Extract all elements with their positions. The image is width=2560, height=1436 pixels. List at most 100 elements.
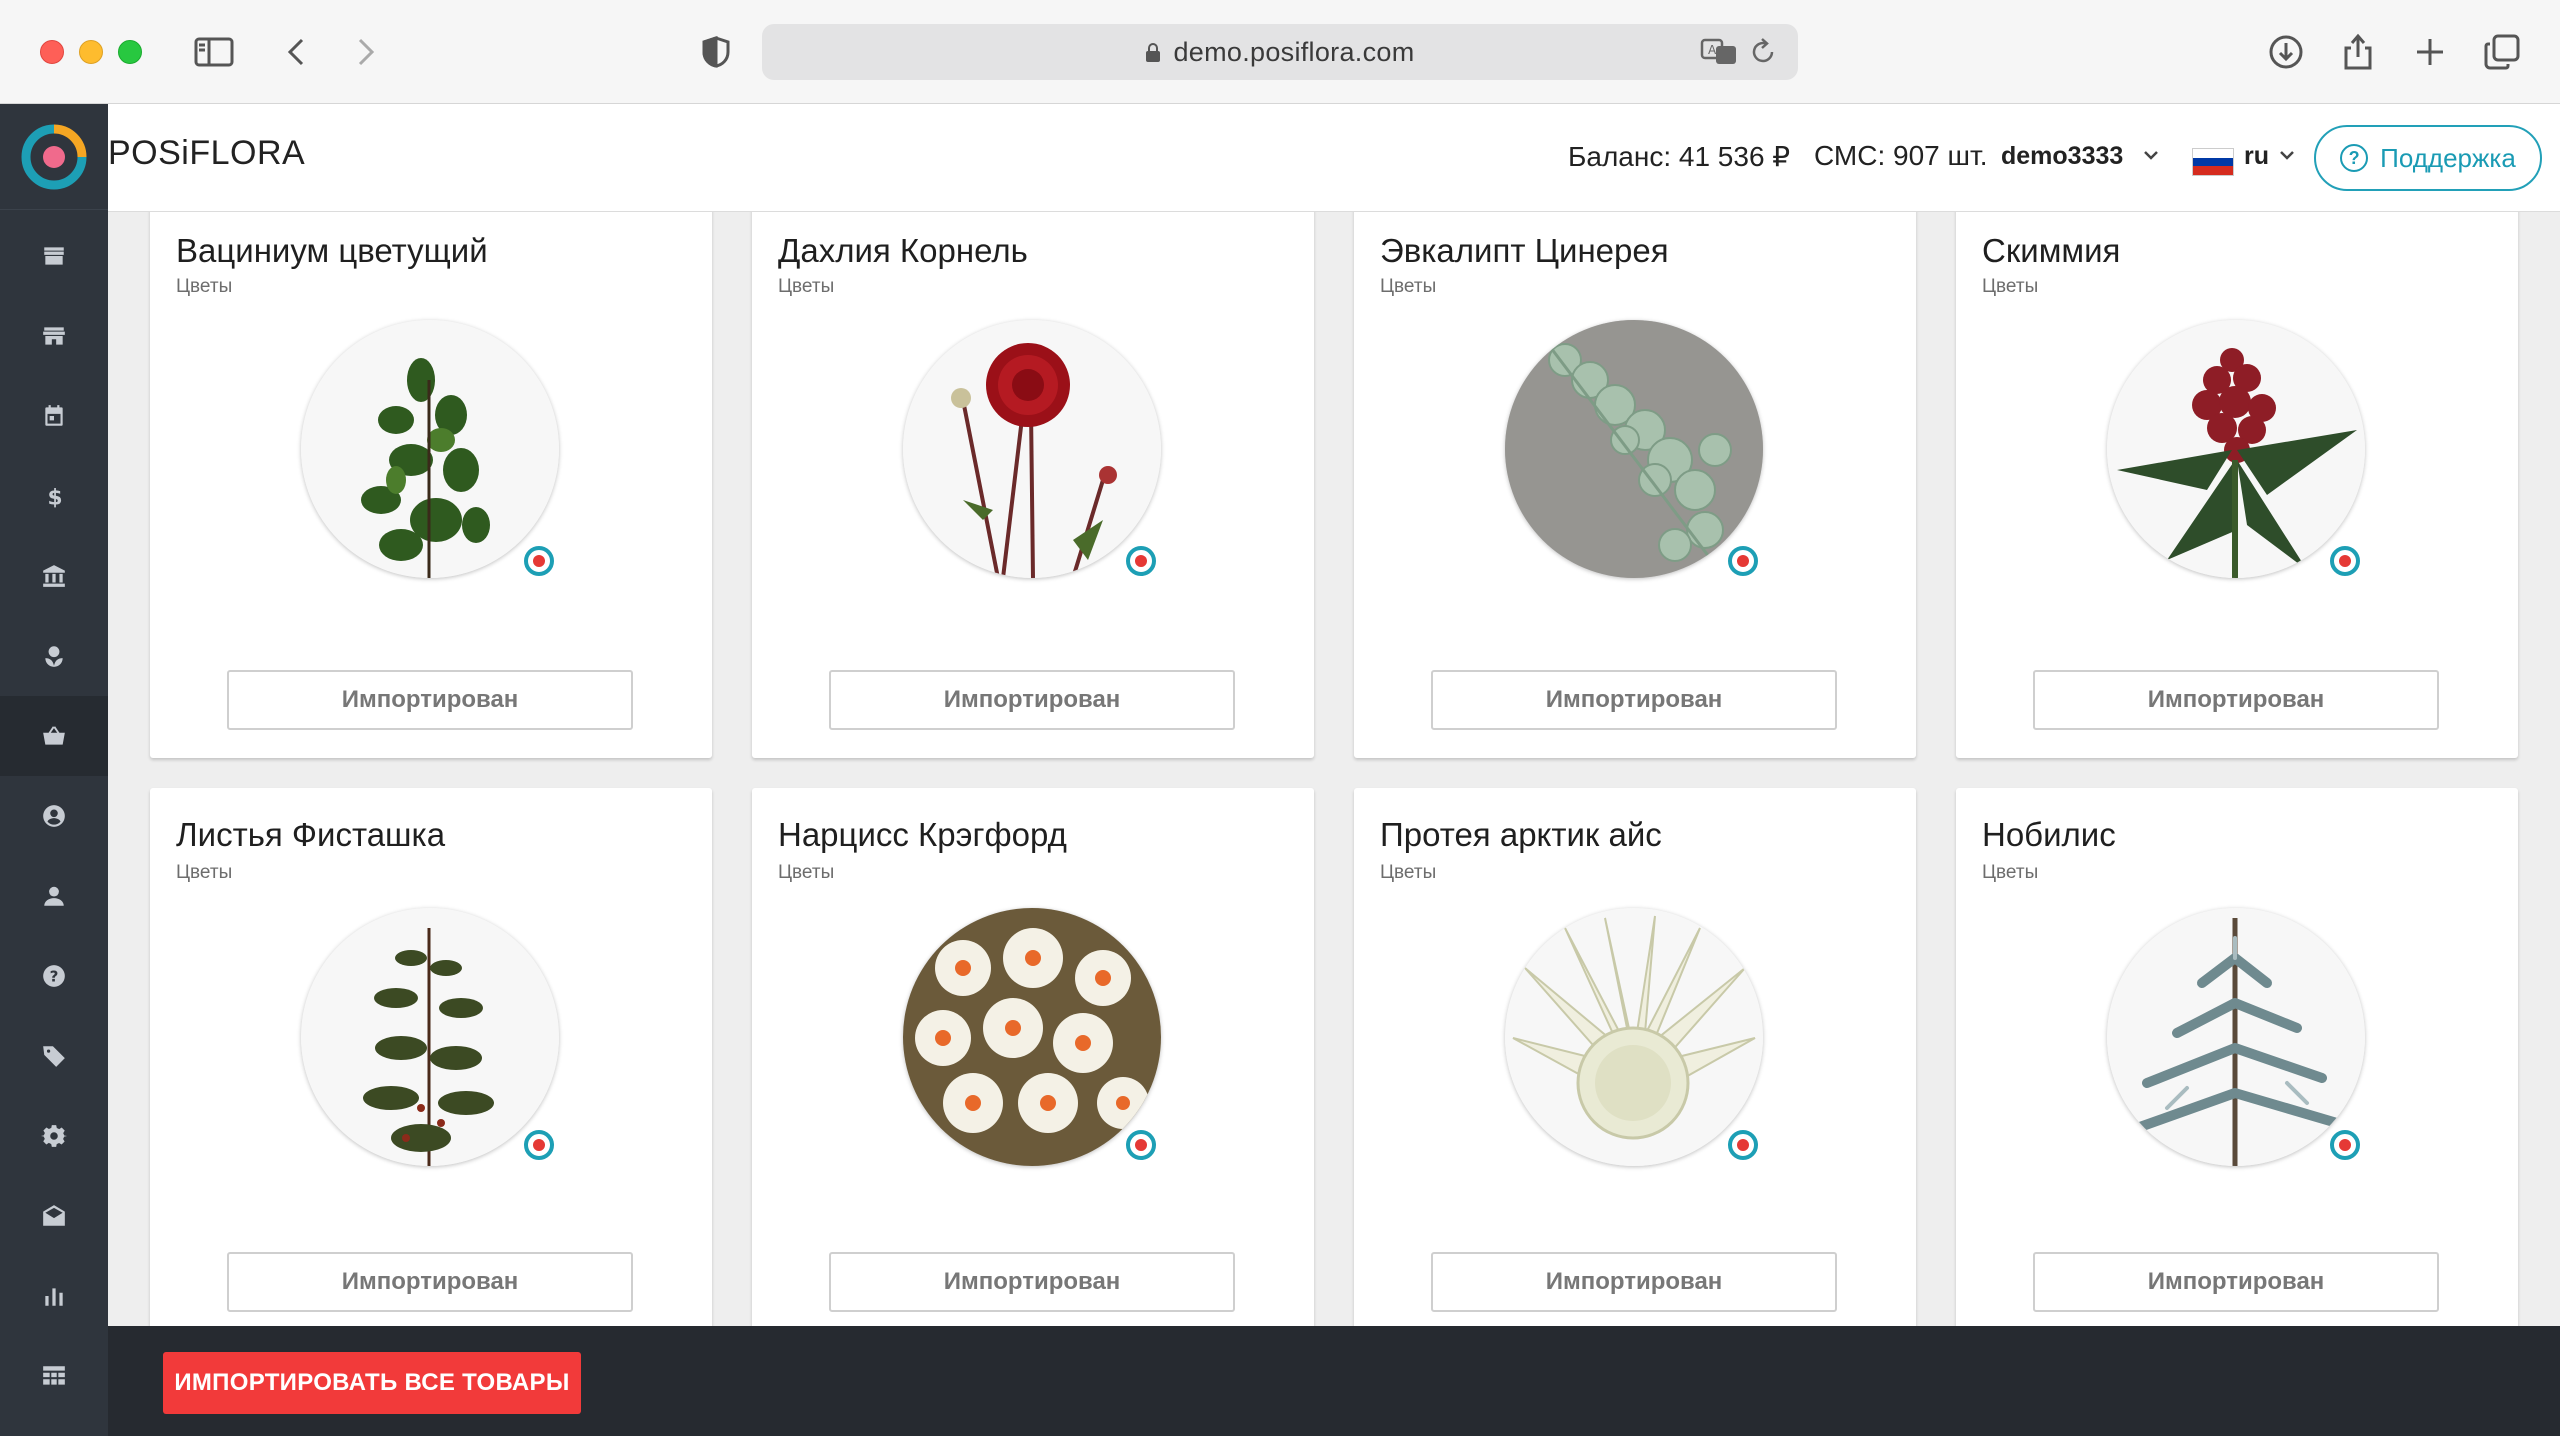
downloads-icon[interactable]: [2264, 30, 2308, 74]
translate-icon[interactable]: A: [1700, 36, 1738, 73]
product-image: [301, 908, 559, 1166]
app-sidebar: $ ?: [0, 104, 108, 1436]
support-label: Поддержка: [2380, 142, 2516, 173]
imported-button[interactable]: Импортирован: [2033, 670, 2439, 730]
sidebar-item-help[interactable]: ?: [0, 936, 108, 1016]
basket-icon: [43, 726, 65, 745]
sidebar-toggle-icon[interactable]: [192, 30, 236, 74]
sidebar-item-plants[interactable]: [0, 616, 108, 696]
product-name: Скиммия: [1982, 232, 2121, 269]
help-icon: ?: [2340, 144, 2369, 172]
product-name: Дахлия Корнель: [778, 232, 1028, 269]
product-category: Цветы: [778, 276, 835, 297]
product-category: Цветы: [1380, 862, 1437, 883]
posiflora-logo[interactable]: [0, 104, 108, 210]
bottom-action-bar: ИМПОРТИРОВАТЬ ВСЕ ТОВАРЫ: [108, 1326, 2560, 1436]
product-card[interactable]: Нарцисс Крэгфорд Цветы Импортирован: [752, 788, 1314, 1326]
sidebar-item-calendar[interactable]: [0, 376, 108, 456]
sidebar-item-bank[interactable]: [0, 536, 108, 616]
imported-button[interactable]: Импортирован: [829, 670, 1235, 730]
support-button[interactable]: ? Поддержка: [2314, 125, 2542, 191]
lock-icon: [1146, 43, 1161, 62]
brand-name: POSiFLORA: [108, 134, 306, 172]
balance-label: Баланс: 41 536 ₽: [1568, 141, 1791, 172]
imported-button[interactable]: Импортирован: [1431, 670, 1837, 730]
app-header: POSiFLORA Баланс: 41 536 ₽ СМС: 907 шт. …: [108, 104, 2560, 212]
product-category: Цветы: [176, 276, 233, 297]
mail-open-icon: [43, 1205, 65, 1226]
product-card[interactable]: Эвкалипт Цинерея Цветы Импортирован: [1354, 212, 1916, 758]
user-menu[interactable]: demo3333: [2001, 142, 2123, 171]
dollar-icon: $: [48, 486, 63, 509]
product-category: Цветы: [1982, 862, 2039, 883]
chevron-down-icon[interactable]: [2142, 148, 2160, 162]
back-icon[interactable]: [274, 30, 318, 74]
product-category: Цветы: [778, 862, 835, 883]
svg-text:?: ?: [50, 967, 59, 985]
calendar-icon: [45, 405, 63, 426]
product-grid: Вациниум цветущий Цветы Импортирован Дах…: [108, 212, 2560, 1326]
product-card[interactable]: Скиммия Цветы Импортирован: [1956, 212, 2518, 758]
address-bar[interactable]: demo.posiflora.com A: [762, 24, 1798, 80]
product-image: [2107, 908, 2365, 1166]
imported-badge-icon: [1126, 546, 1156, 576]
person-icon: [44, 886, 64, 906]
product-name: Вациниум цветущий: [176, 232, 488, 269]
product-card[interactable]: Протея арктик айс Цветы Импортирован: [1354, 788, 1916, 1326]
product-category: Цветы: [1982, 276, 2039, 297]
sidebar-item-products[interactable]: [0, 696, 108, 776]
forward-icon[interactable]: [344, 30, 388, 74]
imported-button[interactable]: Импортирован: [2033, 1252, 2439, 1312]
product-card[interactable]: Нобилис Цветы Импортирован: [1956, 788, 2518, 1326]
sidebar-item-staff[interactable]: [0, 856, 108, 936]
imported-button[interactable]: Импортирован: [829, 1252, 1235, 1312]
bank-icon: [43, 565, 65, 587]
imported-badge-icon: [1728, 1130, 1758, 1160]
privacy-shield-icon[interactable]: [694, 30, 738, 74]
svg-text:$: $: [48, 486, 63, 509]
imported-button[interactable]: Импортирован: [1431, 1252, 1837, 1312]
imported-badge-icon: [524, 546, 554, 576]
product-name: Листья Фисташка: [176, 816, 446, 853]
sidebar-item-settings[interactable]: [0, 1096, 108, 1176]
language-selector[interactable]: ru: [2244, 142, 2269, 171]
product-card[interactable]: Дахлия Корнель Цветы Импортирован: [752, 212, 1314, 758]
window-maximize-button[interactable]: [118, 40, 142, 64]
product-card[interactable]: Листья Фисташка Цветы Импортирован: [150, 788, 712, 1326]
tag-icon: [43, 1046, 65, 1067]
svg-text:A: A: [1708, 43, 1717, 57]
product-card[interactable]: Вациниум цветущий Цветы Импортирован: [150, 212, 712, 758]
sidebar-item-mail[interactable]: [0, 1176, 108, 1256]
store-alt-icon: [43, 327, 65, 345]
table-icon: [43, 1366, 65, 1385]
sidebar-item-store-alt[interactable]: [0, 296, 108, 376]
import-all-button[interactable]: ИМПОРТИРОВАТЬ ВСЕ ТОВАРЫ: [163, 1352, 581, 1414]
new-tab-icon[interactable]: [2408, 30, 2452, 74]
imported-button[interactable]: Импортирован: [227, 670, 633, 730]
sidebar-item-money[interactable]: $: [0, 456, 108, 536]
sidebar-item-clients[interactable]: [0, 776, 108, 856]
window-minimize-button[interactable]: [79, 40, 103, 64]
imported-button[interactable]: Импортирован: [227, 1252, 633, 1312]
imported-badge-icon: [1126, 1130, 1156, 1160]
window-close-button[interactable]: [40, 40, 64, 64]
product-image: [301, 320, 559, 578]
sidebar-item-store[interactable]: [0, 216, 108, 296]
product-image: [903, 320, 1161, 578]
sidebar-item-reports[interactable]: [0, 1256, 108, 1336]
tab-overview-icon[interactable]: [2480, 30, 2524, 74]
product-name: Нарцисс Крэгфорд: [778, 816, 1067, 853]
share-icon[interactable]: [2336, 30, 2380, 74]
product-category: Цветы: [176, 862, 233, 883]
reload-icon[interactable]: [1748, 36, 1778, 73]
sidebar-item-tags[interactable]: [0, 1016, 108, 1096]
sidebar-item-table[interactable]: [0, 1336, 108, 1416]
imported-badge-icon: [2330, 1130, 2360, 1160]
imported-badge-icon: [524, 1130, 554, 1160]
product-name: Эвкалипт Цинерея: [1380, 232, 1669, 269]
account-circle-icon: [43, 805, 65, 827]
chevron-down-icon[interactable]: [2278, 148, 2296, 162]
flag-icon[interactable]: [2192, 148, 2234, 176]
product-image: [1505, 320, 1763, 578]
plant-icon: [45, 646, 63, 667]
